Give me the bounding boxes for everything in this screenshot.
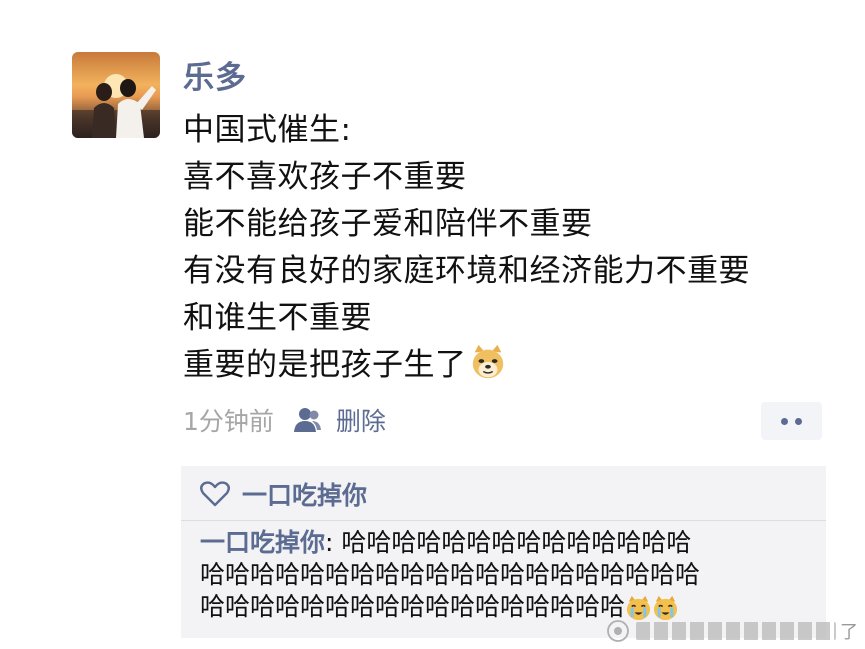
dot-icon [795,417,802,425]
avatar-photo [72,74,160,138]
more-options-button[interactable] [761,402,822,440]
heart-icon [200,481,230,507]
post-timestamp: 1分钟前 [183,407,274,436]
watermark-logo-icon [607,620,629,642]
comment-line: 一口吃掉你: 哈哈哈哈哈哈哈哈哈哈哈哈哈哈 [200,527,820,559]
author-avatar[interactable] [72,52,160,138]
watermark: 了 [606,617,858,645]
post-line: 能不能给孩子爱和陪伴不重要 [183,206,593,242]
post-text: 中国式催生: 喜不喜欢孩子不重要 能不能给孩子爱和陪伴不重要 有没有良好的家庭环… [183,107,853,389]
post-line-last: 重要的是把孩子生了 [183,342,853,389]
post-line: 和谁生不重要 [183,300,372,336]
post-meta-row: 1分钟前 删除 [183,398,386,442]
comment-separator: : [325,528,342,557]
liker-name[interactable]: 一口吃掉你 [242,476,367,512]
doge-emoji-icon [472,344,503,379]
post-line: 中国式催生: [183,112,352,148]
comment-text: 哈哈哈哈哈哈哈哈哈哈哈哈哈哈哈哈哈 [200,592,626,621]
watermark-end-text: 了 [840,622,858,643]
watermark-blurred-text [636,622,836,640]
likes-row: 一口吃掉你 [200,474,367,514]
comment-text: 哈哈哈哈哈哈哈哈哈哈哈哈哈哈 [341,528,692,557]
friends-visibility-icon[interactable] [292,406,322,434]
dot-icon [781,417,788,425]
post-line: 有没有良好的家庭环境和经济能力不重要 [183,253,750,289]
delete-button[interactable]: 删除 [336,402,386,438]
commenter-name[interactable]: 一口吃掉你 [200,528,325,557]
likes-divider [181,520,826,521]
post-line-text: 重要的是把孩子生了 [183,347,467,383]
comment-line: 哈哈哈哈哈哈哈哈哈哈哈哈哈哈哈哈哈哈哈哈 [200,560,701,589]
author-name[interactable]: 乐多 [183,52,247,97]
post-line: 喜不喜欢孩子不重要 [183,159,467,195]
comment-item[interactable]: 一口吃掉你: 哈哈哈哈哈哈哈哈哈哈哈哈哈哈 哈哈哈哈哈哈哈哈哈哈哈哈哈哈哈哈哈哈… [200,527,820,623]
